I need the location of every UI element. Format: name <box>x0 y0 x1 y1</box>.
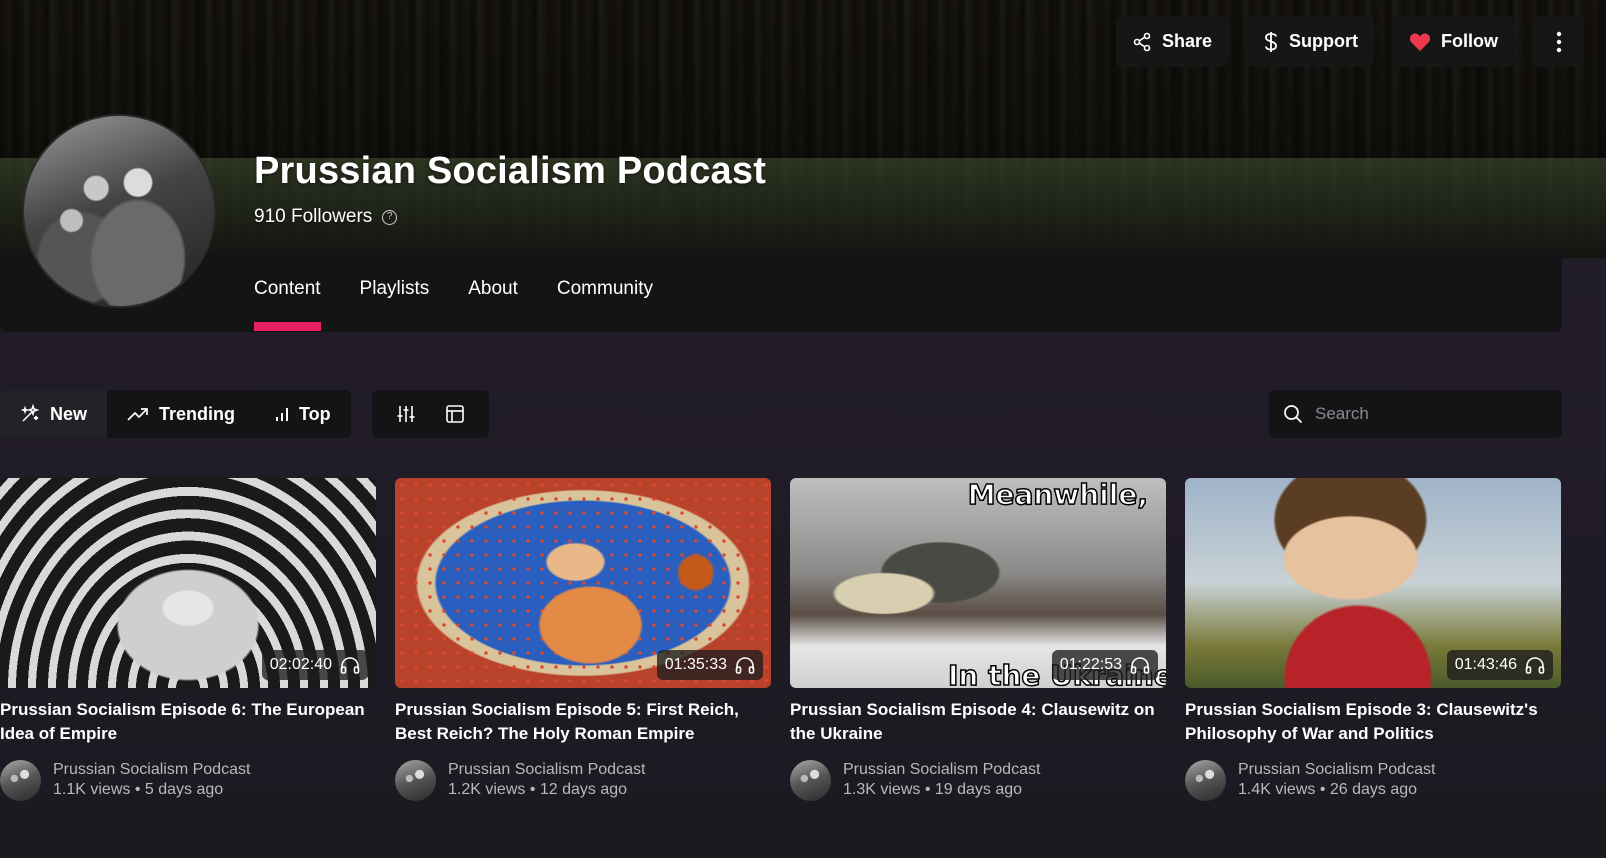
episode-card[interactable]: 02:02:40 Prussian Socialism Episode 6: T… <box>0 478 376 801</box>
duration-badge: 02:02:40 <box>261 650 368 680</box>
channel-tabs: Content Playlists About Community <box>254 278 692 331</box>
episode-card[interactable]: 01:35:33 Prussian Socialism Episode 5: F… <box>395 478 771 801</box>
dollar-icon <box>1265 31 1277 52</box>
headphones-icon <box>735 657 755 674</box>
content-grid: 02:02:40 Prussian Socialism Episode 6: T… <box>0 478 1561 801</box>
filter-trending-label: Trending <box>159 403 236 424</box>
filter-top-button[interactable]: Top <box>255 390 351 438</box>
episode-title[interactable]: Prussian Socialism Episode 6: The Europe… <box>0 698 376 746</box>
episode-stats: 1.1K views • 5 days ago <box>53 781 224 798</box>
headphones-icon <box>1525 657 1545 674</box>
help-icon[interactable]: ? <box>382 209 398 225</box>
duration-label: 01:43:46 <box>1454 656 1517 673</box>
episode-stats: 1.3K views • 19 days ago <box>843 781 1023 798</box>
avatar[interactable] <box>0 760 41 801</box>
episode-thumbnail[interactable]: Meanwhile, In the Ukraine... 01:22:53 <box>790 478 1166 688</box>
more-button[interactable] <box>1533 16 1584 67</box>
channel-avatar[interactable] <box>22 114 216 308</box>
follow-label: Follow <box>1441 31 1498 51</box>
header-panel <box>0 252 1562 332</box>
episode-stats: 1.2K views • 12 days ago <box>448 781 628 798</box>
view-options-bar <box>372 390 489 438</box>
episode-title[interactable]: Prussian Socialism Episode 3: Clausewitz… <box>1185 698 1561 746</box>
tab-content[interactable]: Content <box>254 278 321 331</box>
duration-label: 01:22:53 <box>1059 656 1122 673</box>
more-vertical-icon <box>1556 31 1561 52</box>
episode-meta: Prussian Socialism Podcast 1.4K views • … <box>1185 760 1561 801</box>
layout-icon <box>445 405 464 423</box>
tab-about[interactable]: About <box>468 278 518 331</box>
episode-thumbnail[interactable]: 01:43:46 <box>1185 478 1561 688</box>
avatar[interactable] <box>395 760 436 801</box>
episode-channel[interactable]: Prussian Socialism Podcast <box>448 760 645 780</box>
sort-filter-bar: New Trending Top <box>0 390 351 438</box>
episode-channel[interactable]: Prussian Socialism Podcast <box>53 760 250 780</box>
episode-stats: 1.4K views • 26 days ago <box>1238 781 1418 798</box>
episode-meta: Prussian Socialism Podcast 1.2K views • … <box>395 760 771 801</box>
filter-new-label: New <box>50 403 88 424</box>
episode-meta: Prussian Socialism Podcast 1.1K views • … <box>0 760 376 801</box>
follow-button[interactable]: Follow <box>1393 16 1514 67</box>
sparkle-icon <box>20 404 40 422</box>
episode-thumbnail[interactable]: 02:02:40 <box>0 478 376 688</box>
tab-community[interactable]: Community <box>557 278 653 331</box>
search-box[interactable] <box>1269 390 1562 438</box>
episode-title[interactable]: Prussian Socialism Episode 5: First Reic… <box>395 698 771 746</box>
avatar[interactable] <box>790 760 831 801</box>
episode-meta: Prussian Socialism Podcast 1.3K views • … <box>790 760 1166 801</box>
headphones-icon <box>340 657 360 674</box>
support-label: Support <box>1289 31 1358 51</box>
avatar[interactable] <box>1185 760 1226 801</box>
episode-card[interactable]: 01:43:46 Prussian Socialism Episode 3: C… <box>1185 478 1561 801</box>
channel-title: Prussian Socialism Podcast <box>254 150 767 192</box>
duration-badge: 01:22:53 <box>1051 650 1158 680</box>
thumbnail-caption-top: Meanwhile, <box>967 478 1149 512</box>
headphones-icon <box>1130 657 1150 674</box>
banner-ground <box>0 158 1606 258</box>
followers-label: 910 Followers <box>254 206 373 227</box>
tab-playlists[interactable]: Playlists <box>360 278 430 331</box>
duration-badge: 01:35:33 <box>656 650 763 680</box>
share-icon <box>1133 32 1151 51</box>
share-label: Share <box>1161 31 1212 51</box>
search-input[interactable] <box>1315 404 1545 424</box>
heart-icon <box>1409 33 1431 51</box>
filter-new-button[interactable]: New <box>0 390 108 438</box>
episode-title[interactable]: Prussian Socialism Episode 4: Clausewitz… <box>790 698 1166 746</box>
filter-trending-button[interactable]: Trending <box>107 390 255 438</box>
support-button[interactable]: Support <box>1247 16 1374 67</box>
sliders-icon <box>397 406 415 422</box>
trending-up-icon <box>127 408 148 421</box>
episode-channel[interactable]: Prussian Socialism Podcast <box>843 760 1040 780</box>
bar-chart-icon <box>276 408 289 421</box>
episode-thumbnail[interactable]: 01:35:33 <box>395 478 771 688</box>
duration-label: 01:35:33 <box>664 656 727 673</box>
layout-button[interactable] <box>445 404 465 424</box>
share-button[interactable]: Share <box>1115 16 1228 67</box>
duration-label: 02:02:40 <box>269 656 332 673</box>
episode-channel[interactable]: Prussian Socialism Podcast <box>1238 760 1435 780</box>
episode-card[interactable]: Meanwhile, In the Ukraine... 01:22:53 Pr… <box>790 478 1166 801</box>
sliders-button[interactable] <box>396 404 416 424</box>
followers-count: 910 Followers ? <box>254 206 398 228</box>
search-icon <box>1284 405 1303 424</box>
duration-badge: 01:43:46 <box>1446 650 1553 680</box>
top-actions: Share Support Follow <box>1115 16 1584 67</box>
filter-top-label: Top <box>299 403 331 424</box>
